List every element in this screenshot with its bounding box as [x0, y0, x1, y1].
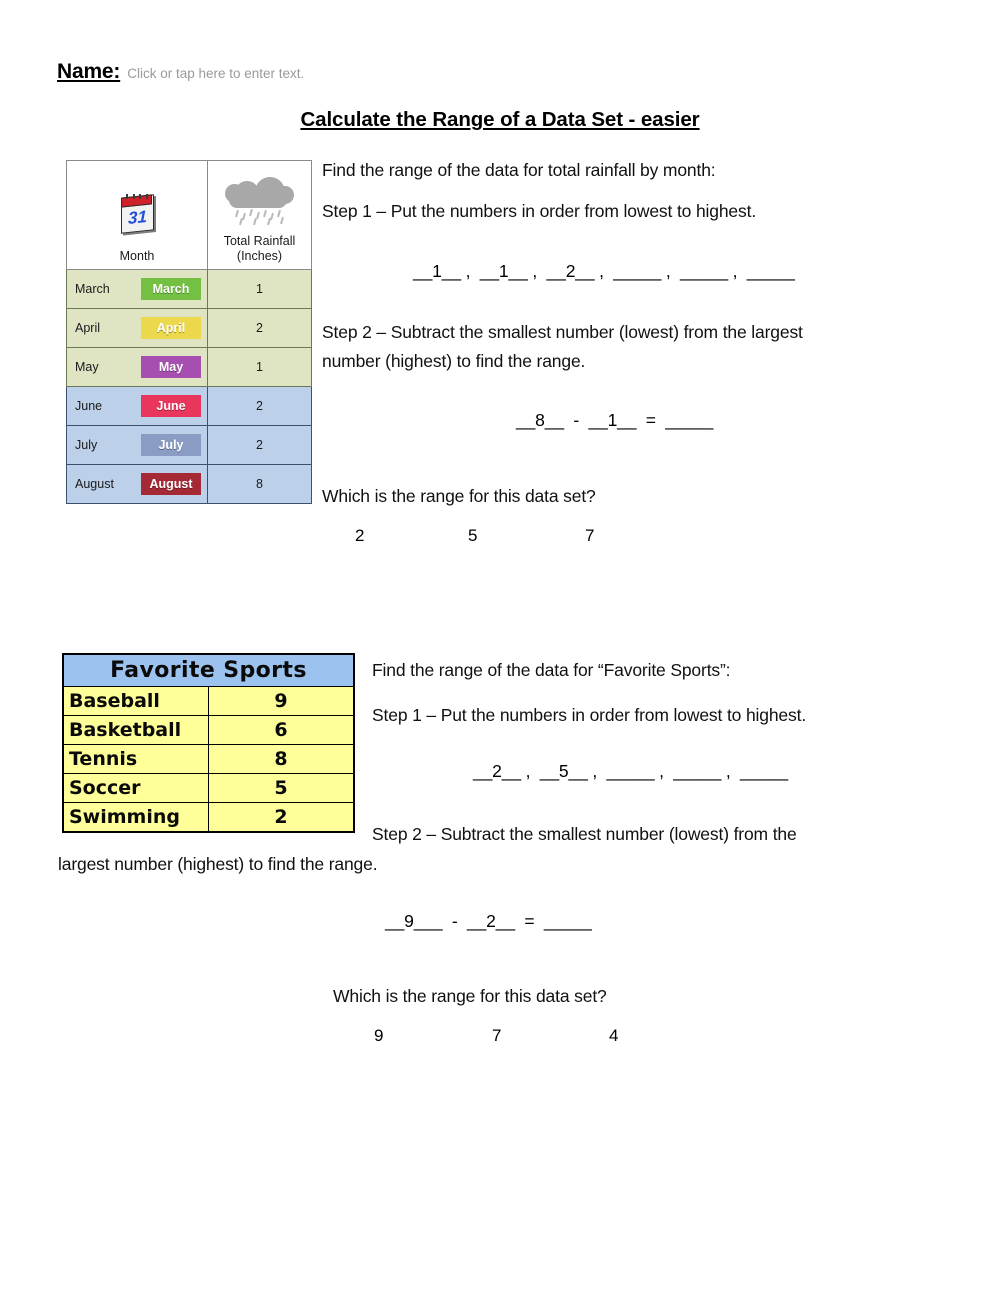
section2-choice-b[interactable]: 7	[492, 1026, 501, 1046]
section1-choice-b[interactable]: 5	[468, 526, 477, 546]
rainfall-value: 1	[207, 347, 312, 387]
section1-step2-line1: Step 2 – Subtract the smallest number (l…	[322, 322, 803, 342]
rainfall-header-month-label: Month	[119, 248, 155, 263]
table-row: Baseball 9	[62, 686, 355, 716]
calendar-icon: 31	[117, 193, 157, 235]
table-row: August August 8	[66, 464, 312, 504]
table-row: April April 2	[66, 308, 312, 348]
section1-question: Which is the range for this data set?	[322, 486, 596, 506]
month-name: August	[75, 477, 114, 491]
section2-step2-equation[interactable]: __9___ - __2__ = _____	[385, 911, 592, 932]
section2-step1: Step 1 – Put the numbers in order from l…	[372, 705, 807, 725]
table-row: Tennis 8	[62, 744, 355, 774]
favorite-sports-table: Favorite Sports Baseball 9 Basketball 6 …	[62, 653, 355, 833]
month-name: April	[75, 321, 101, 335]
name-input-placeholder[interactable]: Click or tap here to enter text.	[127, 66, 304, 81]
rain-cloud-icon	[224, 177, 295, 226]
rainfall-value: 2	[207, 425, 312, 465]
month-chip: March	[141, 278, 201, 300]
rainfall-table-body: March March 1 April April 2 May May 1 Ju…	[66, 269, 312, 504]
table-row: Basketball 6	[62, 715, 355, 745]
table-row: March March 1	[66, 269, 312, 309]
rainfall-header-month: 31 Month	[66, 160, 208, 270]
month-name: June	[75, 399, 103, 413]
page-title: Calculate the Range of a Data Set - easi…	[0, 108, 1000, 132]
rainfall-value: 8	[207, 464, 312, 504]
rainfall-table: 31 Month Total Rainfall (Inches) March M…	[66, 160, 312, 504]
section2-prompt: Find the range of the data for “Favorite…	[372, 660, 731, 680]
sport-value: 5	[208, 773, 355, 803]
month-chip: May	[141, 356, 201, 378]
table-row: July July 2	[66, 425, 312, 465]
name-label: Name:	[57, 60, 121, 83]
section1-step2-equation[interactable]: __8__ - __1__ = _____	[516, 410, 713, 431]
sports-table-title: Favorite Sports	[62, 653, 355, 687]
table-row: Swimming 2	[62, 802, 355, 833]
section2-step2-line2: largest number (highest) to find the ran…	[58, 854, 378, 874]
rainfall-value: 2	[207, 308, 312, 348]
name-line: Name: Click or tap here to enter text.	[57, 60, 304, 84]
calendar-day-number: 31	[128, 206, 147, 228]
month-chip: July	[141, 434, 201, 456]
section1-prompt: Find the range of the data for total rai…	[322, 160, 716, 180]
month-name: July	[75, 438, 98, 452]
month-name: March	[75, 282, 110, 296]
section2-step1-blanks[interactable]: __2__ , __5__ , _____ , _____ , _____	[473, 761, 788, 782]
rainfall-header-total-line2: (Inches)	[236, 248, 283, 263]
month-chip: April	[141, 317, 201, 339]
rainfall-header-total: Total Rainfall (Inches)	[207, 160, 312, 270]
sport-name: Baseball	[62, 686, 209, 716]
section1-step2-line2: number (highest) to find the range.	[322, 351, 586, 371]
section1-step1-blanks[interactable]: __1__ , __1__ , __2__ , _____ , _____ , …	[413, 261, 795, 282]
rainfall-header-total-line1: Total Rainfall	[223, 234, 296, 249]
section2-step2-line1: Step 2 – Subtract the smallest number (l…	[372, 824, 797, 844]
table-row: May May 1	[66, 347, 312, 387]
section2-choice-c[interactable]: 4	[609, 1026, 618, 1046]
section2-choice-a[interactable]: 9	[374, 1026, 383, 1046]
sports-table-header-row: Favorite Sports	[62, 653, 355, 687]
rainfall-value: 1	[207, 269, 312, 309]
sport-value: 8	[208, 744, 355, 774]
sport-name: Tennis	[62, 744, 209, 774]
section1-step1: Step 1 – Put the numbers in order from l…	[322, 201, 757, 221]
month-chip: June	[141, 395, 201, 417]
table-row: Soccer 5	[62, 773, 355, 803]
month-name: May	[75, 360, 99, 374]
sport-name: Soccer	[62, 773, 209, 803]
rainfall-value: 2	[207, 386, 312, 426]
sport-name: Swimming	[62, 802, 209, 833]
section2-question: Which is the range for this data set?	[333, 986, 607, 1006]
table-row: June June 2	[66, 386, 312, 426]
month-chip: August	[141, 473, 201, 495]
section1-choice-c[interactable]: 7	[585, 526, 594, 546]
sport-value: 9	[208, 686, 355, 716]
sport-value: 2	[208, 802, 355, 833]
page-title-text: Calculate the Range of a Data Set - easi…	[300, 108, 700, 131]
sport-name: Basketball	[62, 715, 209, 745]
section1-choice-a[interactable]: 2	[355, 526, 364, 546]
sport-value: 6	[208, 715, 355, 745]
